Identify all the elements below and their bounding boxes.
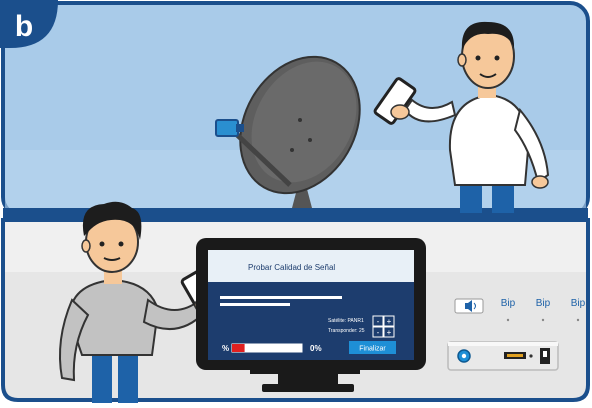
satellite-minus-button[interactable]: - [377, 317, 380, 326]
beep-label-2: Bip [536, 298, 551, 309]
illustration-frame: b Probar Calidad de Señal Satélite: PANR… [0, 0, 592, 403]
transponder-plus-button[interactable]: + [387, 328, 392, 337]
satellite-label: Satélite: PANR1 [328, 318, 364, 324]
panel-letter: b [15, 10, 33, 43]
quality-bar-fill [232, 344, 245, 352]
transponder-label: Transponder: 25 [328, 328, 365, 334]
tv-screen-title: Probar Calidad de Señal [248, 263, 335, 272]
speaker-icon [454, 298, 484, 314]
quality-value: 0% [310, 344, 322, 353]
quality-bar [231, 343, 303, 353]
finish-button-label[interactable]: Finalizar [359, 346, 386, 353]
transponder-minus-button[interactable]: - [377, 328, 380, 337]
beep-label-1: Bip [501, 298, 516, 309]
quality-prefix: % [222, 344, 229, 353]
beep-label-3: Bip [571, 298, 586, 309]
receiver-box [447, 341, 559, 371]
finish-button[interactable]: Finalizar [349, 341, 396, 354]
satellite-plus-button[interactable]: + [387, 317, 392, 326]
